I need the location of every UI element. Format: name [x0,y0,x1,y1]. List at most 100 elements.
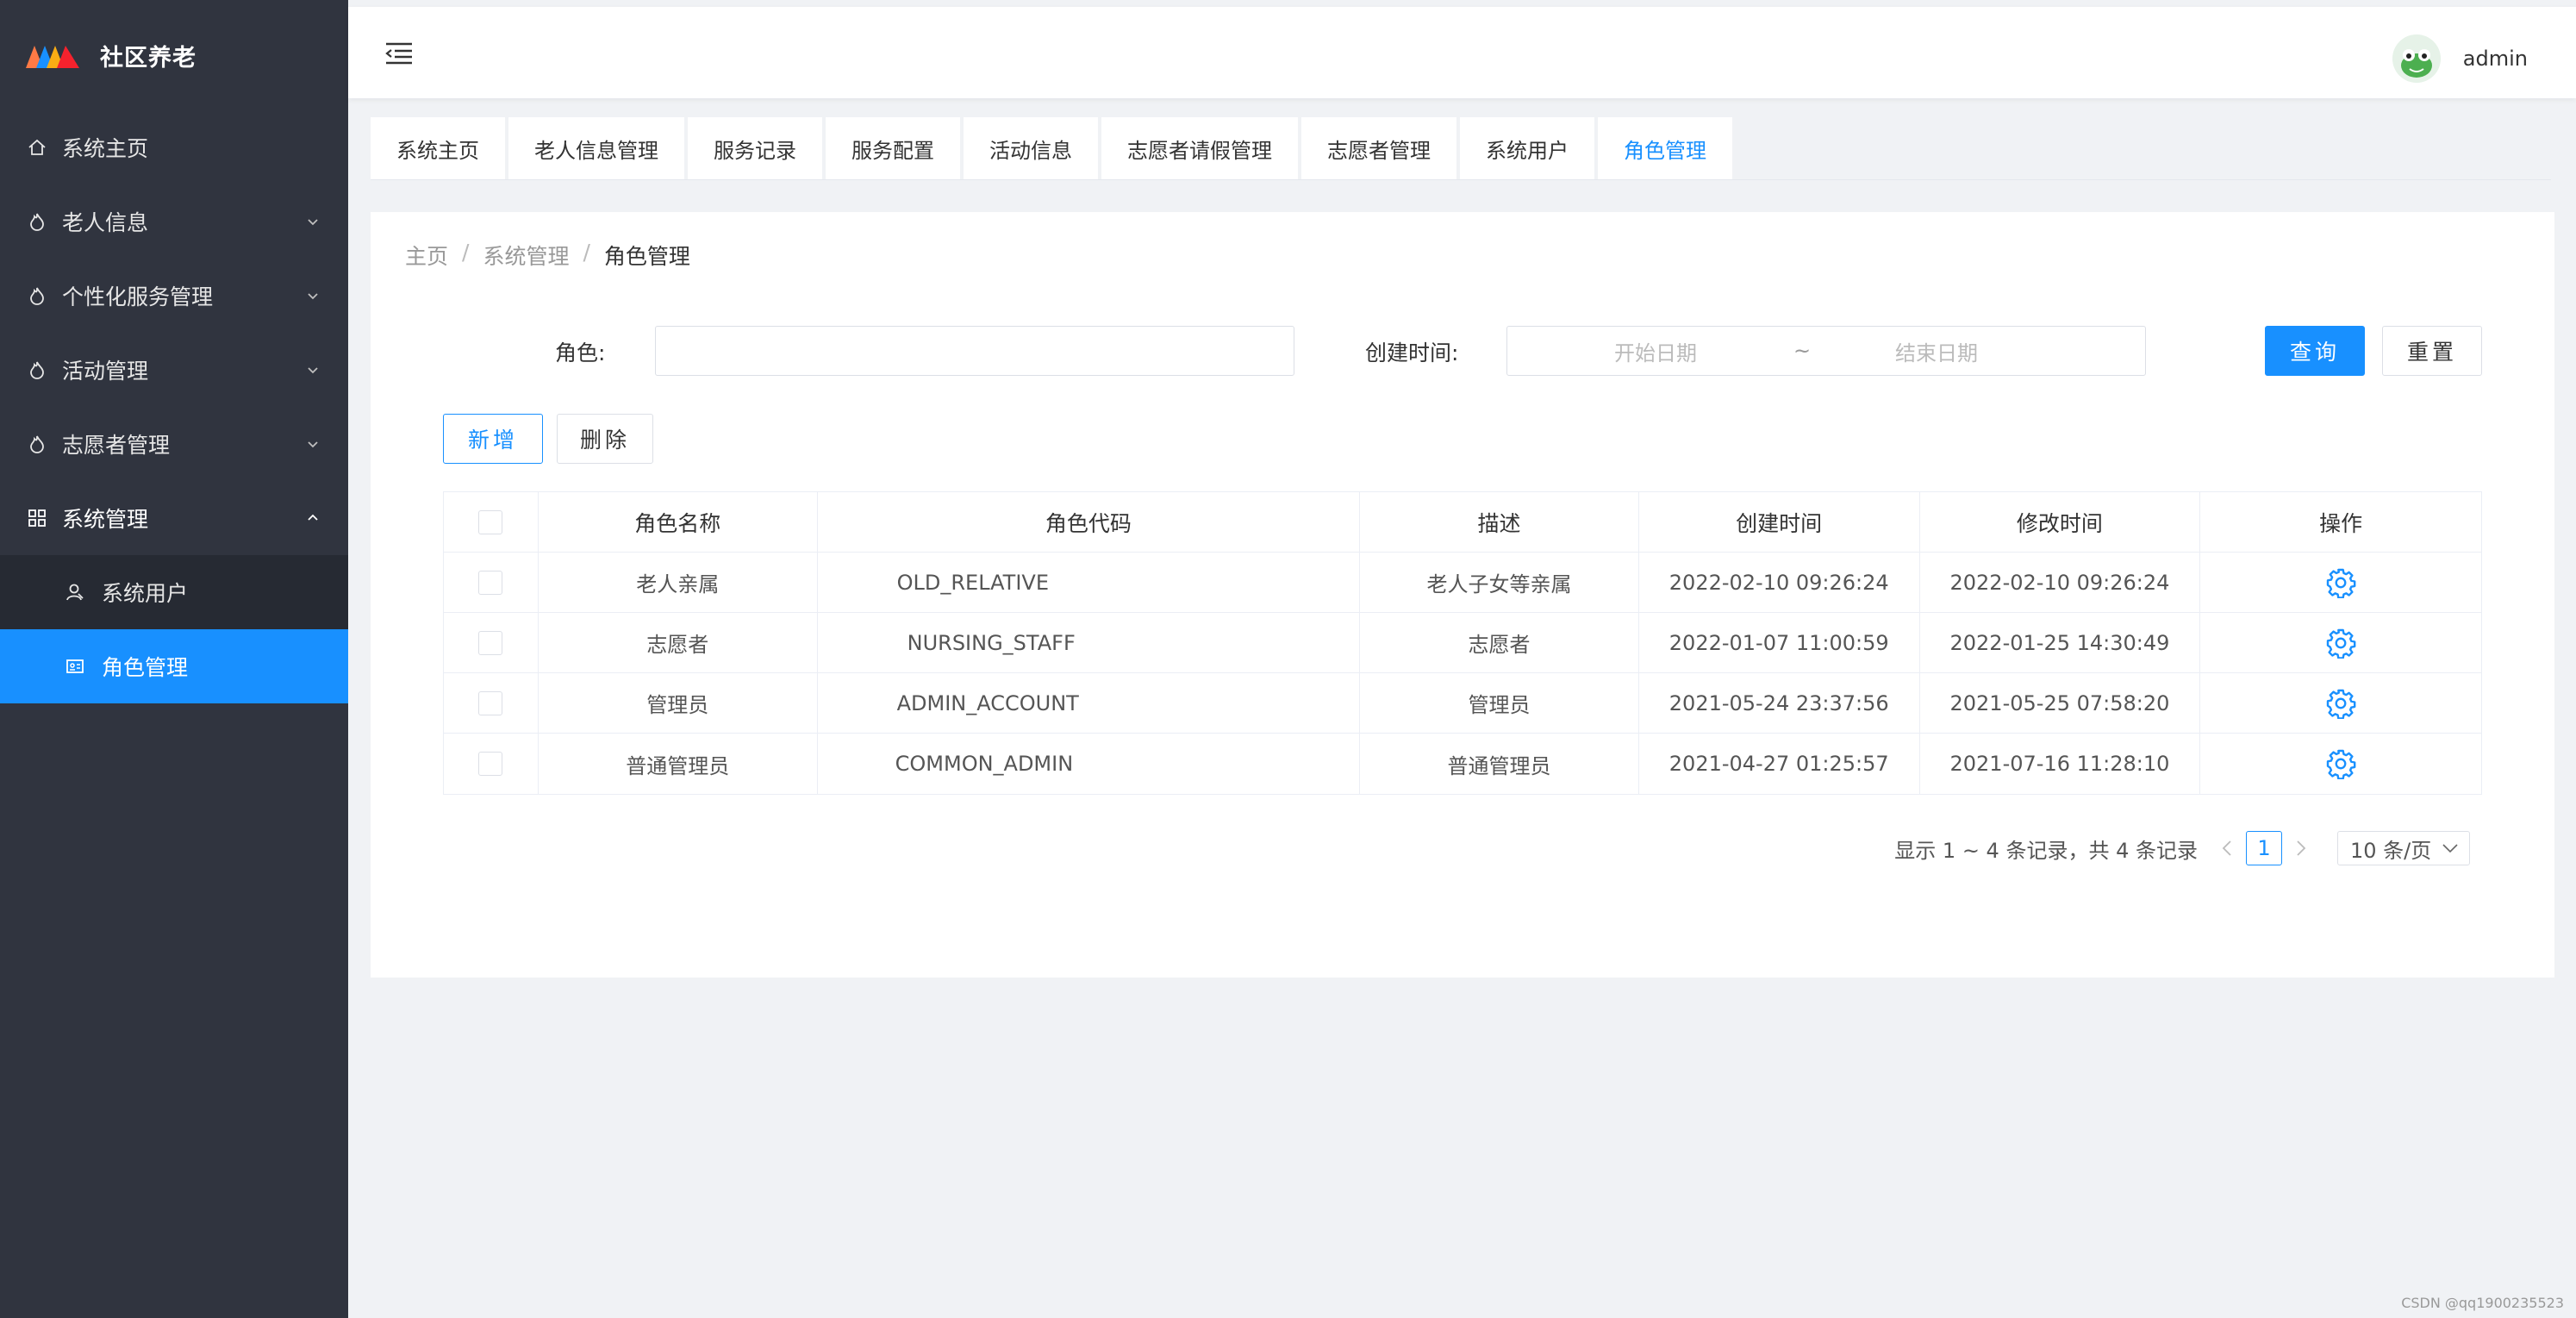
header-description: 描述 [1360,492,1639,552]
flame-icon [28,360,47,379]
brand-logo-icon [26,46,79,68]
sidebar-item-personalized-service[interactable]: 个性化服务管理 [0,259,348,333]
sidebar-item-elderly-info[interactable]: 老人信息 [0,184,348,259]
tab-home[interactable]: 系统主页 [371,117,505,179]
cell-modified-time: 2022-01-25 14:30:49 [1920,613,2201,672]
grid-icon [28,509,47,528]
gear-icon[interactable] [2325,688,2356,719]
header-select-cell [444,492,539,552]
cell-description: 老人子女等亲属 [1360,553,1639,612]
sidebar-item-activity[interactable]: 活动管理 [0,333,348,407]
tab-elderly-info[interactable]: 老人信息管理 [508,117,684,179]
header-role-code: 角色代码 [818,492,1361,552]
table-header-row: 角色名称 角色代码 描述 创建时间 修改时间 操作 [444,492,2481,553]
cell-role-name: 普通管理员 [539,734,818,794]
cell-role-code: NURSING_STAFF [818,613,1361,672]
select-all-checkbox[interactable] [478,509,503,534]
sidebar-item-volunteer[interactable]: 志愿者管理 [0,407,348,481]
page-number-current[interactable]: 1 [2246,831,2282,865]
user-icon [65,583,84,602]
chevron-right-icon[interactable] [2291,839,2310,858]
flame-icon [28,286,47,305]
end-date-input[interactable]: 结束日期 [1895,336,1978,366]
row-checkbox[interactable] [478,630,503,655]
cell-role-name: 管理员 [539,673,818,733]
chevron-left-icon[interactable] [2218,839,2237,858]
chevron-down-icon [308,293,318,300]
sidebar: 社区养老 系统主页 老人信息 个性化服务管理 活动管理 志愿者管理 系统管理 系… [0,0,348,1318]
watermark: CSDN @qq1900235523 [2401,1295,2564,1311]
gear-icon[interactable] [2325,628,2356,659]
cell-created-time: 2021-05-24 23:37:56 [1639,673,1920,733]
breadcrumb-separator: / [462,240,470,265]
header-role-name: 角色名称 [539,492,818,552]
tab-bar: 系统主页 老人信息管理 服务记录 服务配置 活动信息 志愿者请假管理 志愿者管理… [371,117,1736,179]
delete-button[interactable]: 删除 [557,414,653,464]
tab-system-users[interactable]: 系统用户 [1460,117,1594,179]
row-select-cell [444,673,539,733]
reset-button[interactable]: 重置 [2382,326,2482,376]
sidebar-item-system-users[interactable]: 系统用户 [0,555,348,629]
sidebar-item-label: 个性化服务管理 [62,284,214,309]
cell-created-time: 2022-02-10 09:26:24 [1639,553,1920,612]
cell-description: 管理员 [1360,673,1639,733]
tab-role-management[interactable]: 角色管理 [1598,117,1732,179]
breadcrumb-current: 角色管理 [603,244,690,269]
date-range-separator: ~ [1793,339,1812,363]
cell-operation [2200,553,2481,612]
table-row: 普通管理员 COMMON_ADMIN 普通管理员 2021-04-27 01:2… [444,734,2481,794]
header-modified-time: 修改时间 [1920,492,2201,552]
chevron-down-icon [2442,844,2458,853]
flame-icon [28,434,47,453]
breadcrumb-system[interactable]: 系统管理 [483,240,569,271]
sidebar-item-role-management[interactable]: 角色管理 [0,629,348,703]
date-range-picker[interactable]: 开始日期 ~ 结束日期 [1506,326,2146,376]
chevron-down-icon [308,367,318,374]
row-checkbox[interactable] [478,690,503,715]
user-menu[interactable]: admin [2392,34,2528,83]
cell-operation [2200,734,2481,794]
cell-description: 普通管理员 [1360,734,1639,794]
tab-service-records[interactable]: 服务记录 [688,117,822,179]
flame-icon [28,212,47,231]
page-size-select[interactable]: 10 条/页 [2337,831,2470,865]
breadcrumb-home[interactable]: 主页 [405,240,448,271]
start-date-input[interactable]: 开始日期 [1614,336,1697,366]
sidebar-item-system[interactable]: 系统管理 [0,481,348,555]
sidebar-item-label: 志愿者管理 [62,433,171,458]
sidebar-item-label: 老人信息 [62,210,149,235]
tab-service-config[interactable]: 服务配置 [826,117,960,179]
cell-modified-time: 2021-07-16 11:28:10 [1920,734,2201,794]
tab-activity-info[interactable]: 活动信息 [964,117,1098,179]
tab-volunteer-leave[interactable]: 志愿者请假管理 [1101,117,1298,179]
row-checkbox[interactable] [478,752,503,776]
role-table: 角色名称 角色代码 描述 创建时间 修改时间 操作 老人亲属 OLD_RELAT… [443,491,2482,795]
sidebar-item-home[interactable]: 系统主页 [0,110,348,184]
sidebar-item-label: 系统管理 [62,507,149,532]
top-bar: admin [348,7,2576,98]
header-operation: 操作 [2319,510,2363,536]
cell-role-code: OLD_RELATIVE [818,553,1361,612]
cell-modified-time: 2021-05-25 07:58:20 [1920,673,2201,733]
query-button[interactable]: 查询 [2265,326,2365,376]
row-checkbox[interactable] [478,570,503,595]
brand[interactable]: 社区养老 [0,0,348,110]
pagination-summary: 显示 1 ~ 4 条记录，共 4 条记录 [1894,838,2198,863]
add-button[interactable]: 新增 [443,414,543,464]
id-card-icon [65,657,84,676]
avatar [2392,34,2441,83]
menu-fold-icon[interactable] [384,41,414,66]
sidebar-item-label: 系统用户 [102,581,189,606]
role-input[interactable] [655,326,1294,376]
header-created-time: 创建时间 [1639,492,1920,552]
table-row: 志愿者 NURSING_STAFF 志愿者 2022-01-07 11:00:5… [444,613,2481,673]
cell-operation [2200,673,2481,733]
cell-operation [2200,613,2481,672]
gear-icon[interactable] [2325,748,2356,779]
row-select-cell [444,553,539,612]
cell-modified-time: 2022-02-10 09:26:24 [1920,553,2201,612]
chevron-down-icon [308,219,318,226]
gear-icon[interactable] [2325,567,2356,598]
table-row: 管理员 ADMIN_ACCOUNT 管理员 2021-05-24 23:37:5… [444,673,2481,734]
tab-volunteer-management[interactable]: 志愿者管理 [1301,117,1456,179]
